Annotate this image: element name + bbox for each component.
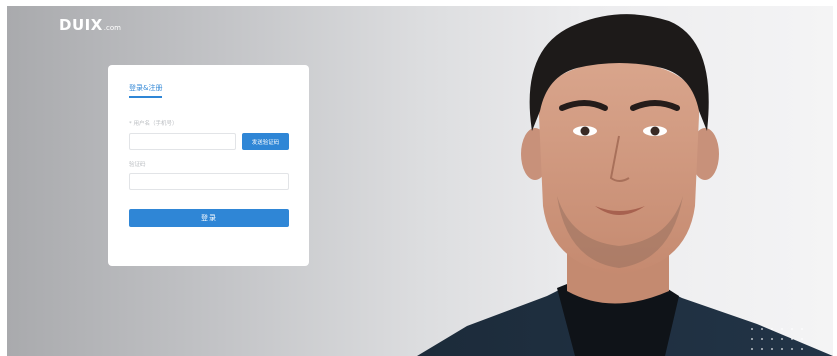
- code-input[interactable]: [129, 173, 289, 190]
- person-portrait-image: [417, 14, 833, 356]
- tab-login-register[interactable]: 登录&注册: [129, 83, 163, 98]
- login-card: 登录&注册 * 用户名（手机号） 发送验证码 验证码 登录: [108, 65, 309, 266]
- code-label: 验证码: [129, 162, 146, 168]
- duix-logo: DUIX.com: [59, 16, 121, 34]
- send-code-button[interactable]: 发送验证码: [242, 133, 289, 150]
- login-button[interactable]: 登录: [129, 209, 289, 227]
- phone-label: * 用户名（手机号）: [129, 121, 178, 127]
- login-page: DUIX.com 登录&注册 * 用户名（手机号） 发送验证码 验证码 登录: [7, 6, 833, 356]
- phone-input[interactable]: [129, 133, 236, 150]
